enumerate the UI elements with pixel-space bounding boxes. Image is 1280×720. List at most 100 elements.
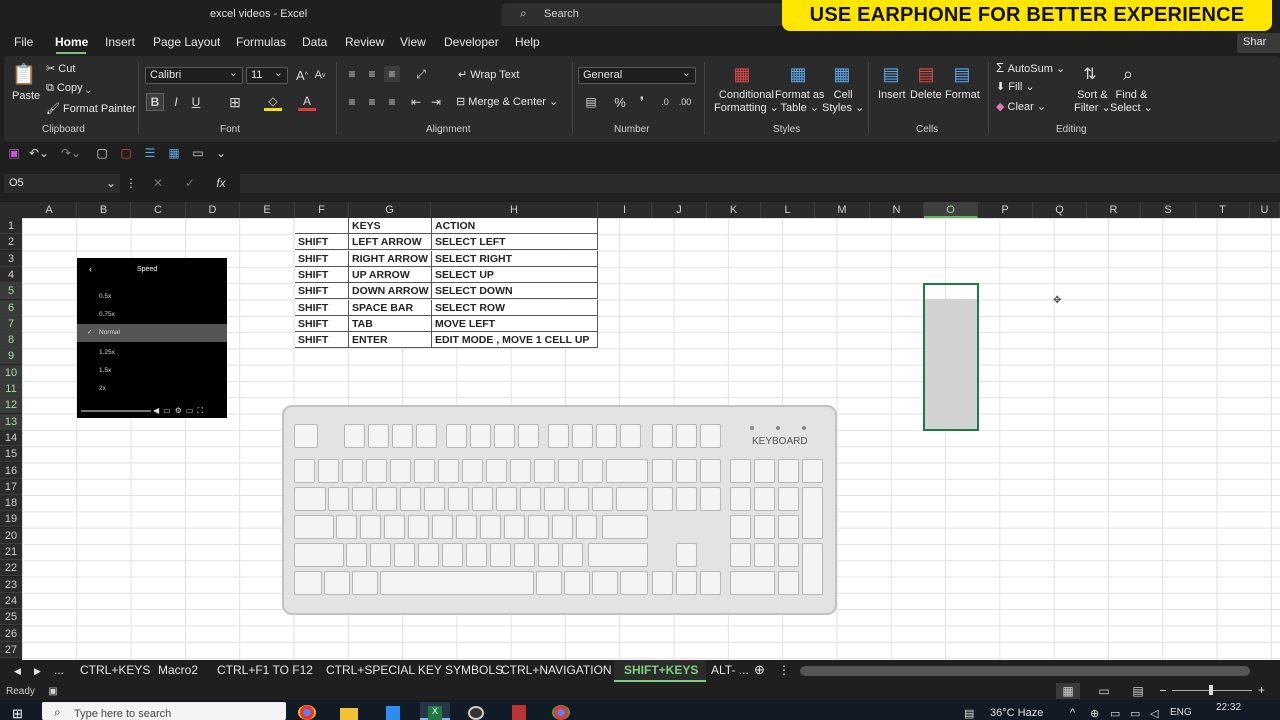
zoom-slider-thumb[interactable]	[1209, 685, 1213, 695]
table-cell[interactable]: SELECT ROW	[432, 299, 598, 316]
file-explorer-icon[interactable]	[340, 708, 358, 720]
column-header-r[interactable]: R	[1087, 202, 1141, 218]
app-icon[interactable]	[512, 705, 526, 720]
format-cells-button[interactable]: Format	[945, 89, 980, 101]
column-header-t[interactable]: T	[1196, 202, 1250, 218]
table-header-action[interactable]: ACTION	[432, 218, 598, 234]
formula-input[interactable]	[240, 174, 1280, 193]
tab-home[interactable]: Home	[55, 35, 88, 49]
chrome-icon[interactable]	[552, 705, 570, 720]
increase-font-icon[interactable]: A ^	[294, 66, 310, 84]
table-cell[interactable]: SHIFT	[295, 283, 349, 300]
table-cell[interactable]: SHIFT	[295, 266, 349, 283]
tab-data[interactable]: Data	[302, 35, 327, 49]
column-header-g[interactable]: G	[349, 202, 431, 218]
chrome-icon[interactable]	[298, 705, 316, 720]
align-top-icon[interactable]: ≡	[344, 66, 360, 82]
battery-icon[interactable]: ▭	[1130, 707, 1140, 720]
fill-color-icon[interactable]: ◇	[264, 93, 282, 111]
underline-icon[interactable]: U	[188, 93, 204, 111]
column-header-o[interactable]: O	[924, 202, 978, 218]
row-header-8[interactable]: 8	[0, 332, 22, 349]
delete-cells-icon[interactable]: ▤	[912, 62, 940, 86]
paste-label[interactable]: Paste	[12, 90, 40, 102]
font-color-icon[interactable]: A	[298, 93, 316, 111]
weather-text[interactable]: 36°C Haze	[990, 707, 1043, 719]
fill-button[interactable]: ⬇ Fill ⌄	[996, 80, 1035, 93]
select-all-corner[interactable]	[0, 202, 22, 218]
table-cell[interactable]: SHIFT	[295, 234, 349, 251]
column-header-c[interactable]: C	[131, 202, 186, 218]
redo-icon[interactable]: ↷⌄	[60, 145, 82, 161]
row-header-11[interactable]: 11	[0, 381, 22, 397]
bold-icon[interactable]: B	[146, 93, 164, 111]
sheet-options-icon[interactable]: ⋮	[778, 663, 790, 677]
language-indicator[interactable]: ENG	[1170, 707, 1192, 718]
table-cell[interactable]: SELECT RIGHT	[432, 250, 598, 267]
percent-icon[interactable]: %	[612, 94, 628, 110]
page-layout-view-icon[interactable]: ▭	[1092, 683, 1116, 699]
table-cell[interactable]: SHIFT	[295, 315, 349, 332]
name-box[interactable]: O5	[4, 174, 120, 193]
increase-indent-icon[interactable]: ⇥	[428, 94, 444, 110]
column-header-i[interactable]: I	[598, 202, 652, 218]
table-cell[interactable]: SHIFT	[295, 299, 349, 316]
row-header-21[interactable]: 21	[0, 544, 22, 560]
column-header-k[interactable]: K	[707, 202, 761, 218]
table-cell[interactable]: SELECT UP	[432, 266, 598, 283]
number-format-combo[interactable]: General	[578, 66, 696, 84]
copy-button[interactable]: ⧉ Copy ⌄	[46, 82, 91, 95]
zoom-in-icon[interactable]: +	[1258, 683, 1265, 697]
column-header-l[interactable]: L	[761, 202, 815, 218]
qat-tool-icon[interactable]: ▢	[118, 145, 134, 161]
autosum-button[interactable]: Σ AutoSum ⌄	[996, 60, 1065, 75]
qat-tool-icon[interactable]: ▦	[166, 145, 182, 161]
font-size-combo[interactable]: 11	[246, 66, 288, 84]
tab-insert[interactable]: Insert	[105, 35, 135, 49]
table-cell[interactable]: ENTER	[349, 332, 432, 349]
align-center-icon[interactable]: ≡	[364, 94, 380, 110]
save-icon[interactable]: ▣	[6, 145, 22, 161]
column-header-d[interactable]: D	[186, 202, 240, 218]
paste-icon[interactable]: 📋	[10, 62, 38, 86]
find-select-button[interactable]: Find & Select ⌄	[1110, 89, 1153, 115]
decrease-decimal-icon[interactable]: .00	[676, 94, 694, 110]
row-header-6[interactable]: 6	[0, 299, 22, 316]
customize-qat-icon[interactable]: ⌄	[214, 145, 228, 161]
next-sheet-icon[interactable]: ▶	[34, 666, 41, 677]
qat-tool-icon[interactable]: ▢	[94, 145, 110, 161]
decrease-font-icon[interactable]: Av	[312, 66, 328, 84]
add-sheet-icon[interactable]: ⊕	[754, 662, 765, 678]
accounting-icon[interactable]: ▤	[580, 94, 602, 110]
row-header-2[interactable]: 2	[0, 234, 22, 251]
row-header-27[interactable]: 27	[0, 641, 22, 658]
back-icon[interactable]: ‹	[89, 264, 92, 274]
table-cell[interactable]: EDIT MODE , MOVE 1 CELL UP	[432, 332, 598, 349]
speed-option[interactable]: 2x	[77, 380, 227, 398]
italic-icon[interactable]: I	[168, 93, 184, 111]
column-header-h[interactable]: H	[431, 202, 598, 218]
sheet-tab[interactable]: Macro2	[158, 663, 198, 677]
tab-view[interactable]: View	[400, 35, 426, 49]
delete-cells-button[interactable]: Delete	[910, 89, 942, 101]
column-header-p[interactable]: P	[978, 202, 1033, 218]
table-cell[interactable]: RIGHT ARROW	[349, 250, 432, 267]
comma-icon[interactable]: ❜	[634, 94, 650, 110]
video-progress-bar[interactable]	[81, 410, 151, 412]
row-header-12[interactable]: 12	[0, 397, 22, 414]
selected-range[interactable]	[923, 283, 979, 431]
sort-filter-icon[interactable]: ⇅	[1076, 62, 1104, 86]
tab-developer[interactable]: Developer	[444, 35, 499, 49]
video-controls[interactable]: ◀▭⚙▭⛶	[153, 406, 207, 416]
speed-option[interactable]: 0.5x	[77, 288, 227, 306]
zoom-out-icon[interactable]	[1160, 690, 1166, 691]
table-cell[interactable]: SHIFT	[295, 250, 349, 267]
column-header-a[interactable]: A	[22, 202, 77, 218]
table-cell-empty[interactable]	[295, 218, 349, 234]
row-header-19[interactable]: 19	[0, 511, 22, 528]
qat-tool-icon[interactable]: ☰	[142, 145, 158, 161]
column-header-u[interactable]: U	[1250, 202, 1280, 218]
row-header-26[interactable]: 26	[0, 625, 22, 642]
row-header-4[interactable]: 4	[0, 266, 22, 283]
row-header-23[interactable]: 23	[0, 576, 22, 593]
